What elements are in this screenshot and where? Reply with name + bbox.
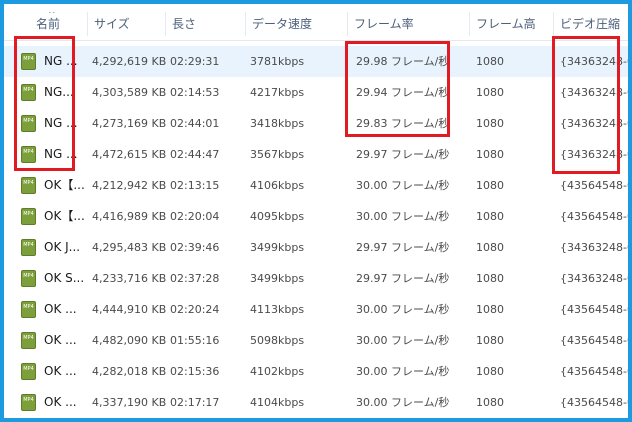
file-row[interactable]: OK ...4,482,090 KB01:55:165098kbps30.00 … <box>4 325 628 356</box>
frame-rate-cell: 29.97 フレーム/秒 <box>356 272 450 285</box>
size-cell: 4,472,615 KB <box>92 148 167 161</box>
data-rate-cell: 4104kbps <box>250 396 305 409</box>
frame-rate-cell: 30.00 フレーム/秒 <box>356 334 450 347</box>
frame-height-cell: 1080 <box>476 241 504 254</box>
video-compression-cell: {43564548-00 <box>560 210 628 223</box>
file-row[interactable]: NG...4,303,589 KB02:14:534217kbps29.94 フ… <box>4 77 628 108</box>
length-cell: 02:13:15 <box>170 179 220 192</box>
size-cell: 4,444,910 KB <box>92 303 167 316</box>
file-row[interactable]: NG ...4,472,615 KB02:44:473567kbps29.97 … <box>4 139 628 170</box>
frame-rate-cell: 30.00 フレーム/秒 <box>356 210 450 223</box>
size-cell: 4,282,018 KB <box>92 365 167 378</box>
video-compression-cell: {43564548-00 <box>560 179 628 192</box>
highlight-box-frame-rate <box>345 41 450 137</box>
length-cell: 01:55:16 <box>170 334 220 347</box>
video-compression-cell: {43564548-00 <box>560 365 628 378</box>
frame-rate-cell: 30.00 フレーム/秒 <box>356 179 450 192</box>
frame-height-cell: 1080 <box>476 365 504 378</box>
data-rate-cell: 4095kbps <box>250 210 305 223</box>
data-rate-cell: 3499kbps <box>250 241 305 254</box>
frame-height-cell: 1080 <box>476 396 504 409</box>
video-compression-cell: {43564548-00 <box>560 334 628 347</box>
data-rate-cell: 4113kbps <box>250 303 305 316</box>
sort-ascending-icon: ^ <box>48 12 56 20</box>
length-cell: 02:20:04 <box>170 210 220 223</box>
file-row[interactable]: NG ...4,273,169 KB02:44:013418kbps29.83 … <box>4 108 628 139</box>
column-header-frame-rate[interactable]: フレーム率 <box>348 12 470 36</box>
size-cell: 4,337,190 KB <box>92 396 167 409</box>
size-cell: 4,273,169 KB <box>92 117 167 130</box>
mp4-file-icon <box>21 239 36 256</box>
size-cell: 4,212,942 KB <box>92 179 167 192</box>
file-row[interactable]: OK【...4,416,989 KB02:20:044095kbps30.00 … <box>4 201 628 232</box>
size-cell: 4,295,483 KB <box>92 241 167 254</box>
data-rate-cell: 3499kbps <box>250 272 305 285</box>
video-compression-cell: {43564548-00 <box>560 396 628 409</box>
data-rate-cell: 4106kbps <box>250 179 305 192</box>
video-compression-cell: {34363248-00 <box>560 272 628 285</box>
size-cell: 4,482,090 KB <box>92 334 167 347</box>
mp4-file-icon <box>21 332 36 349</box>
length-cell: 02:44:01 <box>170 117 220 130</box>
highlight-box-compression <box>552 36 620 174</box>
highlight-box-name <box>14 36 75 171</box>
data-rate-cell: 3567kbps <box>250 148 305 161</box>
mp4-file-icon <box>21 208 36 225</box>
length-cell: 02:17:17 <box>170 396 220 409</box>
frame-rate-cell: 30.00 フレーム/秒 <box>356 365 450 378</box>
length-cell: 02:29:31 <box>170 55 220 68</box>
column-header-bar: ^ 名前 サイズ 長さ データ速度 フレーム率 フレーム高 ビデオ圧縮 <box>4 4 628 40</box>
frame-height-cell: 1080 <box>476 272 504 285</box>
file-explorer-window: ^ 名前 サイズ 長さ データ速度 フレーム率 フレーム高 ビデオ圧縮 NG .… <box>0 0 632 422</box>
mp4-file-icon <box>21 270 36 287</box>
file-row[interactable]: OK S...4,233,716 KB02:37:283499kbps29.97… <box>4 263 628 294</box>
column-header-frame-height[interactable]: フレーム高 <box>470 12 554 36</box>
column-header-length[interactable]: 長さ <box>166 12 246 36</box>
frame-height-cell: 1080 <box>476 148 504 161</box>
file-row[interactable]: OK ...4,282,018 KB02:15:364102kbps30.00 … <box>4 356 628 387</box>
frame-rate-cell: 30.00 フレーム/秒 <box>356 396 450 409</box>
length-cell: 02:15:36 <box>170 365 220 378</box>
file-row[interactable]: OK J...4,295,483 KB02:39:463499kbps29.97… <box>4 232 628 263</box>
frame-height-cell: 1080 <box>476 303 504 316</box>
frame-height-cell: 1080 <box>476 179 504 192</box>
frame-height-cell: 1080 <box>476 55 504 68</box>
file-row[interactable]: NG ...4,292,619 KB02:29:313781kbps29.98 … <box>4 46 628 77</box>
mp4-file-icon <box>21 301 36 318</box>
frame-rate-cell: 29.97 フレーム/秒 <box>356 148 450 161</box>
column-header-name[interactable]: ^ 名前 <box>4 12 88 36</box>
size-cell: 4,233,716 KB <box>92 272 167 285</box>
video-compression-cell: {43564548-00 <box>560 303 628 316</box>
length-cell: 02:44:47 <box>170 148 220 161</box>
size-cell: 4,292,619 KB <box>92 55 167 68</box>
column-header-size[interactable]: サイズ <box>88 12 166 36</box>
mp4-file-icon <box>21 363 36 380</box>
mp4-file-icon <box>21 177 36 194</box>
length-cell: 02:14:53 <box>170 86 220 99</box>
size-cell: 4,303,589 KB <box>92 86 167 99</box>
length-cell: 02:20:24 <box>170 303 220 316</box>
length-cell: 02:37:28 <box>170 272 220 285</box>
data-rate-cell: 3781kbps <box>250 55 305 68</box>
file-row[interactable]: OK ...4,337,190 KB02:17:174104kbps30.00 … <box>4 387 628 418</box>
video-compression-cell: {34363248-00 <box>560 241 628 254</box>
frame-rate-cell: 29.97 フレーム/秒 <box>356 241 450 254</box>
mp4-file-icon <box>21 394 36 411</box>
data-rate-cell: 4217kbps <box>250 86 305 99</box>
frame-height-cell: 1080 <box>476 117 504 130</box>
data-rate-cell: 5098kbps <box>250 334 305 347</box>
frame-height-cell: 1080 <box>476 210 504 223</box>
column-header-data-rate[interactable]: データ速度 <box>246 12 348 36</box>
column-header-video-compression[interactable]: ビデオ圧縮 <box>554 12 628 36</box>
file-row[interactable]: OK【...4,212,942 KB02:13:154106kbps30.00 … <box>4 170 628 201</box>
size-cell: 4,416,989 KB <box>92 210 167 223</box>
file-row[interactable]: OK ...4,444,910 KB02:20:244113kbps30.00 … <box>4 294 628 325</box>
header-divider <box>4 40 628 41</box>
frame-height-cell: 1080 <box>476 334 504 347</box>
data-rate-cell: 3418kbps <box>250 117 305 130</box>
data-rate-cell: 4102kbps <box>250 365 305 378</box>
frame-height-cell: 1080 <box>476 86 504 99</box>
frame-rate-cell: 30.00 フレーム/秒 <box>356 303 450 316</box>
length-cell: 02:39:46 <box>170 241 220 254</box>
